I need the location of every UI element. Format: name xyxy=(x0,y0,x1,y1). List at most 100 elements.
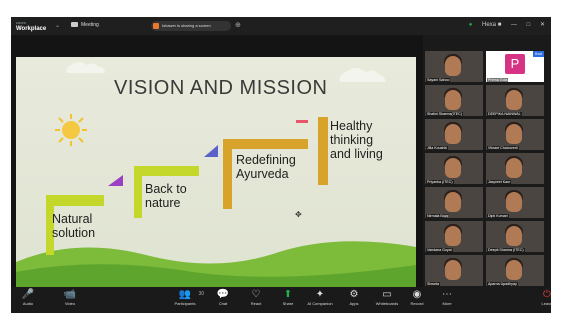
zoom-window: zoom Workplace ⌄ Meeting Ishawer is shar… xyxy=(11,17,551,313)
ai-companion-button[interactable]: ✦ AI Companion xyxy=(305,289,335,306)
participant-video xyxy=(506,124,522,144)
chat-button[interactable]: 💬 Chat xyxy=(208,289,238,306)
record-button[interactable]: ◉ Record xyxy=(402,289,432,306)
video-label: Video xyxy=(64,301,76,306)
participant-tile[interactable]: Vikrant Chaturvedi xyxy=(486,119,544,150)
view-button[interactable]: Hexa ■ xyxy=(482,22,501,28)
brand-name: Workplace xyxy=(16,26,47,32)
share-screen-icon xyxy=(153,23,159,29)
participant-video xyxy=(445,192,461,212)
participant-name: Nirmala Bajaj xyxy=(426,214,450,218)
mouse-cursor-icon: ✥ xyxy=(295,210,302,219)
more-label: More xyxy=(442,301,452,306)
participant-name: Priyanka (ITEC) xyxy=(426,180,454,184)
participant-name: Dipti Kumari xyxy=(487,214,509,218)
whiteboards-icon: ▭ xyxy=(382,289,392,300)
participant-tile[interactable]: Vandana Goyal xyxy=(425,221,483,252)
participant-name: DEEPIKA NAINWAL xyxy=(487,112,522,116)
apps-icon: ⚙ xyxy=(349,289,359,300)
shield-icon[interactable]: ● xyxy=(469,22,473,28)
step-label-back-to-nature: Back to nature xyxy=(145,182,187,210)
shared-screen-area: VISION AND MISSION Natural solution Back… xyxy=(11,35,423,289)
participants-button[interactable]: 👥 Participants 30 xyxy=(170,289,204,306)
participant-name: Vandana Goyal xyxy=(426,248,453,252)
chat-icon: 💬 xyxy=(216,289,230,300)
video-button[interactable]: 📹 Video xyxy=(55,289,85,306)
share-button[interactable]: ⬆ Share xyxy=(273,289,303,306)
participant-video xyxy=(506,226,522,246)
whiteboards-button[interactable]: ▭ Whiteboards xyxy=(372,289,402,306)
react-label: React xyxy=(250,301,262,306)
audio-icon: 🎤 xyxy=(21,289,35,300)
step-label-healthy-thinking: Healthy thinking and living xyxy=(330,119,383,161)
participant-tile[interactable]: Jaspreet Kaur xyxy=(486,153,544,184)
participant-tile[interactable]: Sayani Sahoo xyxy=(425,51,483,82)
step-bar-1 xyxy=(46,195,104,206)
participant-initial: P xyxy=(505,54,525,74)
more-icon: ⋯ xyxy=(442,289,452,300)
share-label: Share xyxy=(282,301,294,306)
participant-tile[interactable]: Nirmala Bajaj xyxy=(425,187,483,218)
audio-button[interactable]: 🎤 Audio xyxy=(13,289,43,306)
presentation-slide: VISION AND MISSION Natural solution Back… xyxy=(16,57,416,289)
participant-name: Prerna Gola xyxy=(487,78,509,82)
participant-tile[interactable]: Aparna Upadhyay xyxy=(486,255,544,286)
video-icon: 📹 xyxy=(63,289,77,300)
meeting-icon xyxy=(71,22,78,28)
step-riser-3 xyxy=(223,139,232,209)
maximize-button[interactable]: □ xyxy=(527,22,531,28)
step-riser-4 xyxy=(318,117,328,185)
sharing-text: Ishawer is sharing a screen xyxy=(162,23,211,28)
participant-name: Jilla Koushik xyxy=(426,146,448,150)
react-icon: ♡ xyxy=(251,289,261,300)
participant-tile[interactable]: Shweta xyxy=(425,255,483,286)
participant-tile[interactable]: Jilla Koushik xyxy=(425,119,483,150)
brand-small: zoom xyxy=(16,20,26,25)
participant-name: Shalini Sharma(ITEC) xyxy=(426,112,463,116)
minimize-button[interactable]: — xyxy=(511,22,517,28)
participant-video xyxy=(445,124,461,144)
apps-button[interactable]: ⚙ Apps xyxy=(339,289,369,306)
participant-tile[interactable]: Shalini Sharma(ITEC) xyxy=(425,85,483,116)
meeting-menu[interactable]: Meeting xyxy=(71,22,99,28)
react-button[interactable]: ♡ React xyxy=(241,289,271,306)
share-icon: ⬆ xyxy=(283,289,293,300)
record-label: Record xyxy=(410,301,424,306)
participant-video xyxy=(445,158,461,178)
app-brand: zoom Workplace xyxy=(16,19,46,33)
apps-label: Apps xyxy=(349,301,359,306)
participant-tile[interactable]: Deepti Sharma (ITEC) xyxy=(486,221,544,252)
participant-video xyxy=(445,226,461,246)
chevron-down-icon[interactable]: ⌄ xyxy=(55,22,60,29)
participant-tile[interactable]: DEEPIKA NAINWAL xyxy=(486,85,544,116)
participant-name: Jaspreet Kaur xyxy=(487,180,512,184)
participant-video xyxy=(506,260,522,280)
participants-label: Participants xyxy=(174,301,196,306)
sharing-indicator[interactable]: Ishawer is sharing a screen ⊕ xyxy=(151,21,241,31)
leave-button[interactable]: ⏻Leave xyxy=(532,289,551,306)
participant-tile[interactable]: Dipti Kumari xyxy=(486,187,544,218)
participant-name: Aparna Upadhyay xyxy=(487,282,518,286)
participant-video xyxy=(445,56,461,76)
participant-tile[interactable]: Priyanka (ITEC) xyxy=(425,153,483,184)
close-button[interactable]: ✕ xyxy=(540,22,545,28)
participant-video xyxy=(445,260,461,280)
ai-companion-icon: ✦ xyxy=(315,289,325,300)
window-controls: ● Hexa ■ — □ ✕ xyxy=(461,21,545,28)
participant-tile[interactable]: P Host Prerna Gola xyxy=(486,51,544,82)
participant-video xyxy=(506,90,522,110)
more-button[interactable]: ⋯ More xyxy=(432,289,462,306)
leave-label: Leave xyxy=(541,301,551,306)
step-bar-2 xyxy=(134,166,199,176)
accent-bar-pink xyxy=(296,120,308,123)
participant-video xyxy=(445,90,461,110)
participant-name: Vikrant Chaturvedi xyxy=(487,146,519,150)
participant-gallery: Sayani Sahoo P Host Prerna Gola Shalini Shar… xyxy=(425,51,547,291)
record-icon: ◉ xyxy=(412,289,422,300)
add-icon[interactable]: ⊕ xyxy=(235,21,241,29)
leave-icon: ⏻ xyxy=(543,289,551,300)
slide-title: VISION AND MISSION xyxy=(114,77,328,99)
participant-count: 30 xyxy=(198,291,204,297)
whiteboards-label: Whiteboards xyxy=(375,301,399,306)
participant-name: Deepti Sharma (ITEC) xyxy=(487,248,525,252)
